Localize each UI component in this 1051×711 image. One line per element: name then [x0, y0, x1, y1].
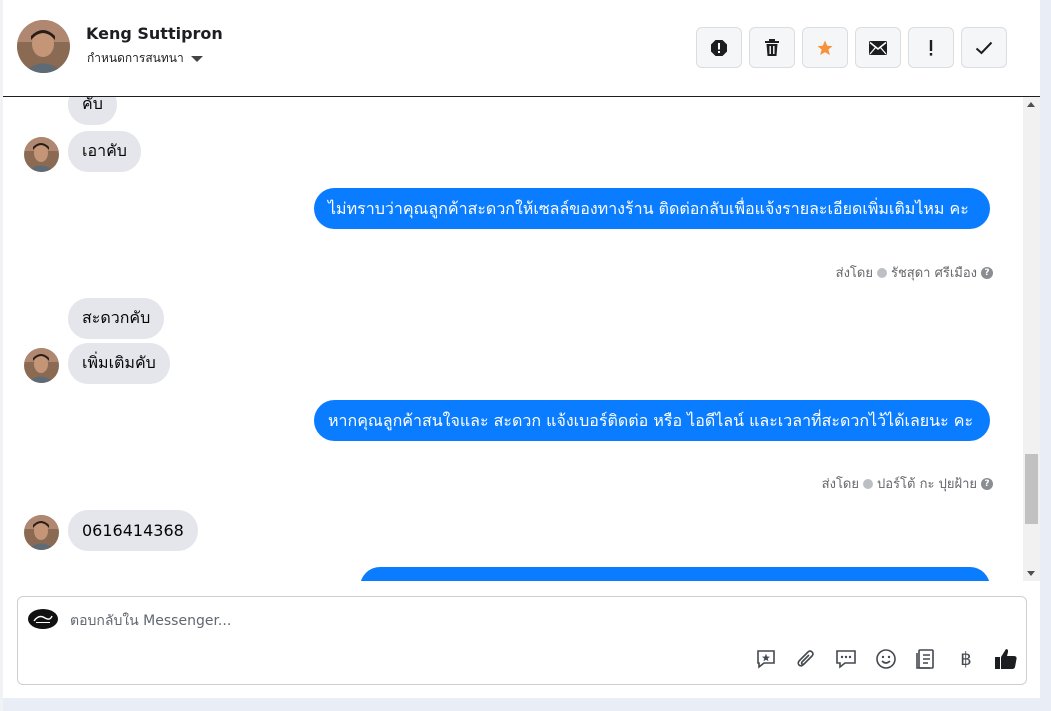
mark-done-button[interactable]: [961, 27, 1007, 68]
catalog-icon[interactable]: [914, 647, 938, 671]
done-check-icon: [975, 41, 993, 54]
outgoing-message: หากคุณลูกค้าสนใจและ สะดวก แจ้งเบอร์ติดต่…: [314, 400, 990, 441]
sent-by-info: ส่งโดย รัชสุดา ศรีเมือง ?: [836, 262, 993, 283]
mark-important-button[interactable]: [908, 27, 954, 68]
assign-label: กำหนดการสนทนา: [87, 51, 184, 65]
baht-icon[interactable]: ฿: [954, 647, 978, 671]
incoming-message: คับ: [68, 97, 117, 125]
contact-avatar-small[interactable]: [24, 137, 59, 172]
message-text: คับ: [82, 97, 103, 113]
incoming-message: สะดวกคับ: [68, 298, 165, 339]
message-thread[interactable]: คับ เอาคับ ไม่ทราบว่าคุณลูกค้าสะดวกให้เซ…: [3, 97, 1023, 581]
assign-conversation-dropdown[interactable]: กำหนดการสนทนา: [87, 49, 203, 68]
attach-icon[interactable]: [794, 647, 818, 671]
delete-button[interactable]: [749, 27, 795, 68]
star-button[interactable]: [802, 27, 848, 68]
page-logo-icon: [28, 609, 58, 629]
message-text: สะดวกคับ: [82, 308, 151, 327]
star-icon: [817, 40, 833, 55]
scroll-down-arrow-icon[interactable]: [1027, 571, 1035, 576]
thumbs-up-icon[interactable]: [994, 647, 1018, 671]
contact-avatar-small[interactable]: [24, 348, 59, 383]
scroll-up-arrow-icon[interactable]: [1027, 102, 1035, 107]
mark-spam-button[interactable]: [696, 27, 742, 68]
conversation-header: Keng Suttipron กำหนดการสนทนา: [3, 0, 1040, 97]
thread-scrollbar[interactable]: [1023, 97, 1040, 581]
message-text: เอาคับ: [82, 141, 127, 160]
outgoing-message: ไม่ทราบว่าคุณลูกค้าสะดวกให้เซลล์ของทางร้…: [314, 188, 990, 229]
reply-input[interactable]: [70, 610, 670, 632]
reply-composer: ฿: [17, 596, 1027, 685]
saved-reply-icon[interactable]: [754, 647, 778, 671]
help-icon[interactable]: ?: [981, 266, 993, 279]
header-toolbar: [696, 27, 1007, 68]
outgoing-message-partial: [360, 567, 990, 581]
emoji-icon[interactable]: [874, 647, 898, 671]
contact-avatar-small[interactable]: [24, 515, 59, 550]
contact-avatar[interactable]: [17, 20, 70, 73]
spam-icon: [711, 39, 727, 56]
sender-status-icon: [863, 478, 873, 489]
message-text: หากคุณลูกค้าสนใจและ สะดวก แจ้งเบอร์ติดต่…: [328, 411, 974, 430]
message-text: ไม่ทราบว่าคุณลูกค้าสะดวกให้เซลล์ของทางร้…: [328, 199, 969, 218]
incoming-message: เอาคับ: [68, 131, 141, 172]
chat-bubble-icon[interactable]: [834, 647, 858, 671]
sender-name: รัชสุดา ศรีเมือง: [890, 266, 977, 281]
sent-by-prefix: ส่งโดย: [821, 477, 859, 492]
incoming-message: เพิ่มเติมคับ: [68, 343, 170, 384]
trash-icon: [765, 38, 779, 56]
scroll-thumb[interactable]: [1025, 454, 1038, 524]
conversation-panel: Keng Suttipron กำหนดการสนทนา คับ เอาคับ …: [3, 0, 1040, 698]
sender-name: ปอร์โต้ กะ ปุยฝ้าย: [877, 477, 977, 492]
mark-unread-button[interactable]: [855, 27, 901, 68]
message-text: เพิ่มเติมคับ: [82, 353, 156, 372]
sent-by-info: ส่งโดย ปอร์โต้ กะ ปุยฝ้าย ?: [822, 473, 993, 494]
important-icon: [929, 39, 933, 56]
sender-status-icon: [876, 267, 887, 278]
caret-down-icon: [190, 55, 203, 62]
incoming-message: 0616414368: [68, 510, 198, 551]
help-icon[interactable]: ?: [981, 477, 993, 490]
mail-icon: [869, 40, 887, 55]
contact-name[interactable]: Keng Suttipron: [86, 24, 223, 43]
message-text: 0616414368: [82, 521, 184, 540]
sent-by-prefix: ส่งโดย: [835, 266, 873, 281]
composer-tools: ฿: [754, 647, 1018, 671]
